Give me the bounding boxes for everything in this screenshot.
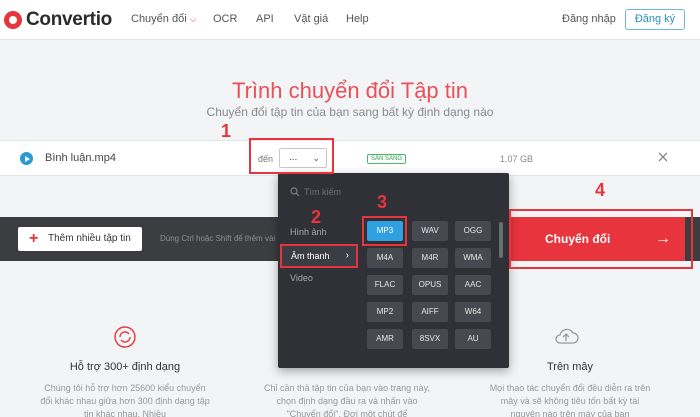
- page-title: Trình chuyển đổi Tập tin: [231, 78, 469, 103]
- close-icon[interactable]: [655, 149, 671, 165]
- nav-item-pricing[interactable]: Vật giá: [294, 13, 328, 25]
- format-aiff[interactable]: AIFF: [412, 302, 448, 322]
- annotation-box-3: [362, 216, 407, 246]
- file-size: 1.07 GB: [500, 154, 534, 164]
- convert-cycle-icon: [114, 326, 136, 348]
- play-icon[interactable]: [20, 152, 33, 165]
- annotation-number: 1: [221, 121, 232, 141]
- page-subtitle: Chuyển đổi tập tin của bạn sang bất kỳ đ…: [206, 105, 494, 119]
- category-audio-label: Âm thanh: [291, 251, 330, 261]
- login-link[interactable]: Đăng nhập: [562, 13, 616, 25]
- format-m4r[interactable]: M4R: [412, 248, 448, 268]
- plus-icon: +: [29, 230, 39, 247]
- add-more-files-label: Thêm nhiều tập tin: [48, 233, 131, 244]
- chevron-down-icon: ⌵: [189, 14, 197, 24]
- category-image[interactable]: Hình ảnh: [290, 227, 327, 237]
- annotation-number: 2: [311, 207, 322, 227]
- format-flac[interactable]: FLAC: [367, 275, 403, 295]
- logo[interactable]: Convertio: [4, 9, 112, 31]
- cloud-upload-icon: [555, 328, 579, 344]
- hint-text: Dùng Ctrl hoặc Shift để thêm vài: [160, 234, 276, 243]
- search-icon: [290, 187, 300, 197]
- feature-desc: Chỉ cần thả tập tin của bạn vào trang nà…: [264, 383, 430, 417]
- format-au[interactable]: AU: [455, 329, 491, 349]
- format-w64[interactable]: W64: [455, 302, 491, 322]
- file-name: Bình luận.mp4: [45, 152, 116, 164]
- annotation-number: 4: [595, 180, 606, 200]
- feature-title: Hỗ trợ 300+ định dạng: [69, 361, 181, 373]
- annotation-box-1: [249, 138, 334, 174]
- search-input[interactable]: [304, 185, 404, 199]
- format-amr[interactable]: AMR: [367, 329, 403, 349]
- format-mp2[interactable]: MP2: [367, 302, 403, 322]
- format-8svx[interactable]: 8SVX: [412, 329, 448, 349]
- feature-desc: Chúng tôi hỗ trợ hơn 25600 kiểu chuyển đ…: [40, 383, 210, 417]
- format-aac[interactable]: AAC: [455, 275, 491, 295]
- nav-item-ocr[interactable]: OCR: [213, 13, 237, 25]
- feature-title: Trên mây: [546, 361, 594, 373]
- chevron-right-icon: ›: [345, 250, 349, 261]
- format-ogg[interactable]: OGG: [455, 221, 491, 241]
- category-audio[interactable]: Âm thanh ›: [280, 244, 358, 268]
- feature-desc: Mọi thao tác chuyển đổi đều diễn ra trên…: [489, 383, 651, 417]
- annotation-number: 3: [377, 192, 388, 212]
- file-row: Bình luận.mp4 đến ... ⌄ SẴN SÀNG 1.07 GB: [0, 140, 700, 176]
- annotation-box-4: [509, 209, 693, 269]
- dropdown-search: [278, 173, 509, 211]
- nav-label: Chuyển đổi: [131, 13, 187, 25]
- status-badge: SẴN SÀNG: [367, 154, 407, 164]
- register-button[interactable]: Đăng ký: [625, 9, 685, 30]
- nav-item-convert[interactable]: Chuyển đổi ⌵: [131, 13, 196, 25]
- dropdown-scrollbar[interactable]: [499, 222, 503, 258]
- format-opus[interactable]: OPUS: [412, 275, 448, 295]
- format-wav[interactable]: WAV: [412, 221, 448, 241]
- nav-item-api[interactable]: API: [256, 13, 274, 25]
- logo-text: Convertio: [26, 9, 112, 30]
- top-header: Convertio Chuyển đổi ⌵ OCR API Vật giá He…: [0, 0, 700, 40]
- category-video[interactable]: Video: [290, 273, 313, 283]
- logo-icon: [4, 11, 22, 29]
- nav-item-help[interactable]: Help: [346, 13, 369, 25]
- format-wma[interactable]: WMA: [455, 248, 491, 268]
- format-m4a[interactable]: M4A: [367, 248, 403, 268]
- add-more-files-button[interactable]: + Thêm nhiều tập tin: [18, 227, 142, 251]
